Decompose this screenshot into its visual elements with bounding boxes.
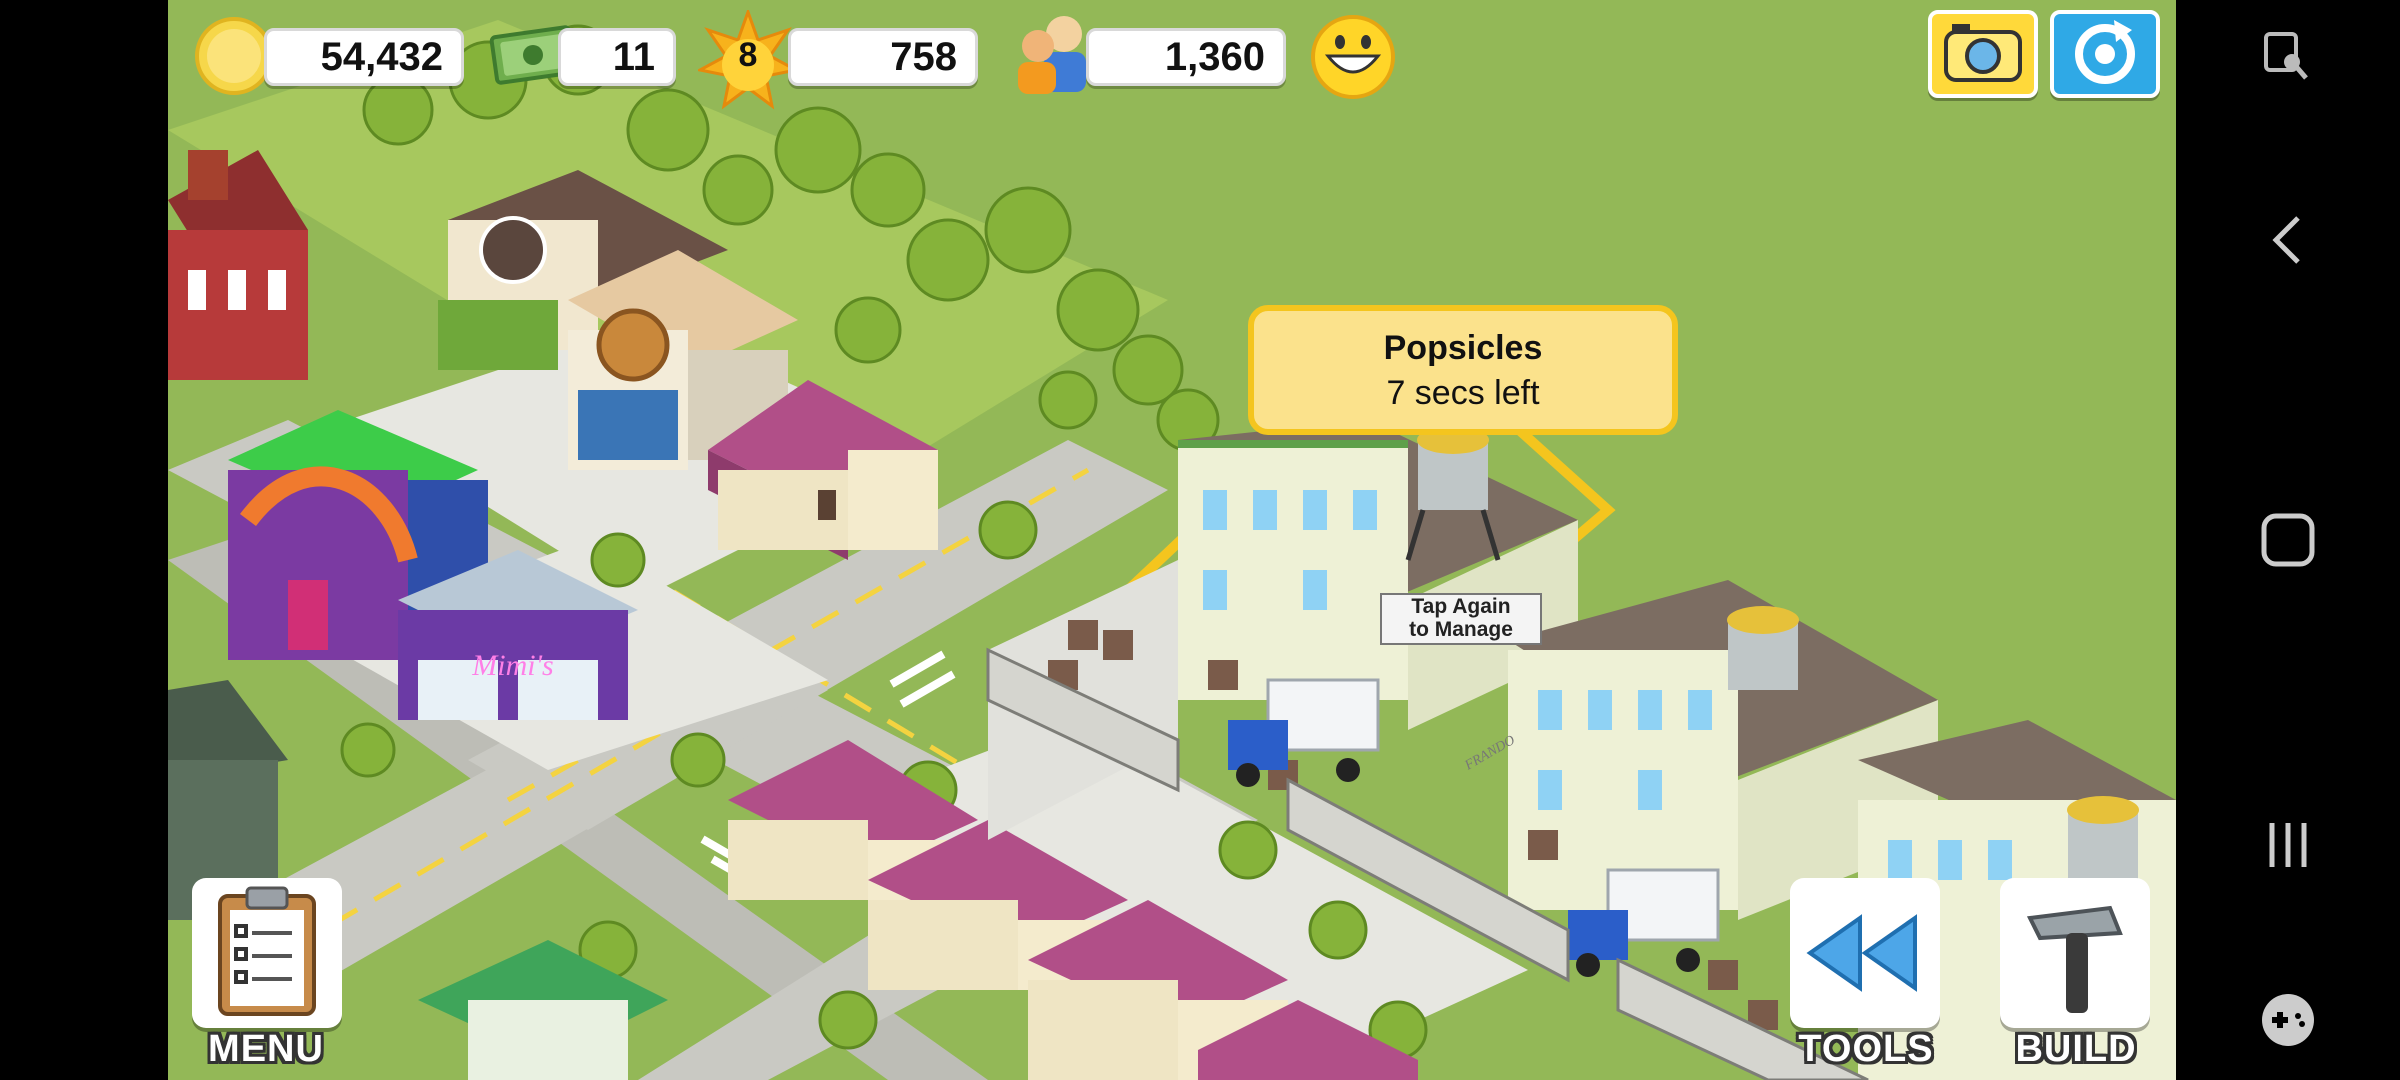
camera-button[interactable]	[1928, 10, 2038, 98]
tooltip-title: Popsicles	[1383, 329, 1543, 367]
people-icon	[1018, 16, 1086, 94]
coins-counter[interactable]: 54,432	[264, 28, 464, 86]
cash-value: 11	[612, 34, 655, 79]
tap-to-manage-sign[interactable]: Tap Again to Manage	[1380, 593, 1542, 645]
game-viewport[interactable]: Mimi's FRANDO 54,432 11 8 758 1,360 Pops…	[168, 0, 2176, 1080]
game-tools-button[interactable]	[2176, 990, 2400, 1050]
camera-icon	[1944, 24, 2022, 82]
recents-button[interactable]	[2176, 815, 2400, 875]
hammer-icon	[2026, 905, 2123, 1013]
refresh-icon	[2075, 20, 2135, 84]
back-button[interactable]	[2176, 210, 2400, 270]
xp-counter[interactable]: 758	[788, 28, 978, 86]
screen-lock-button[interactable]	[2176, 30, 2400, 86]
tooltip-timer: 7 secs left	[1386, 374, 1540, 412]
coins-value: 54,432	[320, 34, 443, 79]
tools-label: TOOLS	[1798, 1028, 1934, 1070]
smiley-icon[interactable]	[1310, 14, 1396, 100]
build-label: BUILD	[2015, 1028, 2137, 1070]
social-button[interactable]	[2050, 10, 2160, 98]
back-icon	[2272, 216, 2300, 264]
gamepad-icon	[2262, 994, 2314, 1046]
cash-counter[interactable]: 11	[558, 28, 676, 86]
rewind-icon	[1806, 914, 1917, 992]
level-value: 8	[738, 36, 758, 74]
tools-button[interactable]	[1790, 878, 1940, 1028]
population-counter[interactable]: 1,360	[1086, 28, 1286, 86]
menu-button[interactable]	[192, 878, 342, 1028]
menu-label: MENU	[208, 1028, 324, 1070]
home-button[interactable]	[2176, 510, 2400, 570]
android-nav-bar	[2176, 0, 2400, 1080]
home-icon	[2261, 513, 2315, 567]
xp-value: 758	[890, 34, 957, 79]
population-value: 1,360	[1164, 34, 1265, 79]
tap-sign-line1: Tap Again	[1411, 595, 1511, 618]
production-tooltip[interactable]: Popsicles 7 secs left	[1248, 305, 1678, 435]
mimis-sign: Mimi's	[471, 649, 553, 682]
tap-sign-line2: to Manage	[1409, 618, 1513, 641]
touch-lock-icon	[2264, 32, 2308, 80]
clipboard-icon	[218, 886, 316, 1016]
recents-icon	[2269, 823, 2307, 867]
build-button[interactable]	[2000, 878, 2150, 1028]
coin-icon	[195, 17, 273, 95]
